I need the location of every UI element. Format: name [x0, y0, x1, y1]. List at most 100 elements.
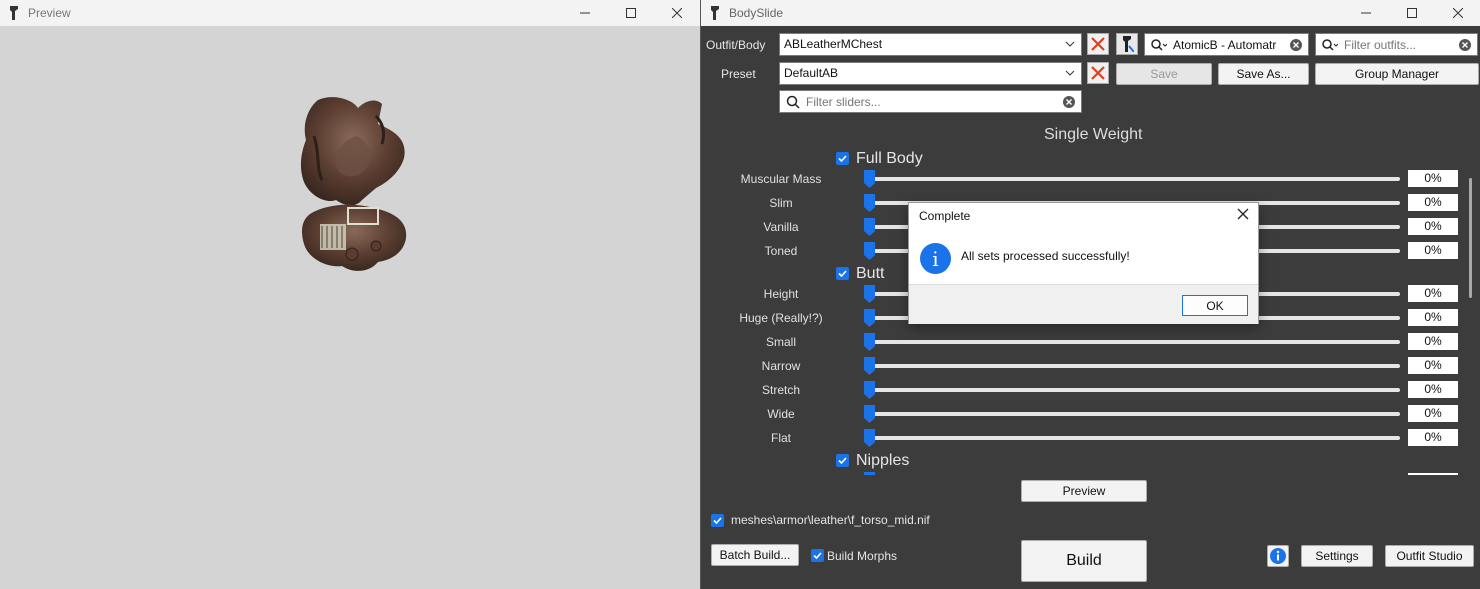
slider-thumb[interactable]	[864, 194, 875, 212]
about-button[interactable]	[1267, 545, 1289, 567]
search-icon	[786, 95, 800, 109]
slider-thumb[interactable]	[864, 357, 875, 375]
info-icon: i	[920, 243, 951, 274]
check-icon	[813, 552, 822, 560]
slider-value[interactable]: 0%	[1408, 242, 1458, 259]
full-body-group-label: Full Body	[856, 150, 923, 167]
preview-title: Preview	[28, 6, 71, 20]
clear-icon[interactable]	[1289, 38, 1303, 55]
slider-track[interactable]	[869, 412, 1400, 416]
minimize-icon[interactable]	[562, 0, 608, 26]
slider-label: Toned	[764, 244, 798, 258]
info-icon	[1270, 548, 1286, 564]
slider-thumb[interactable]	[864, 333, 875, 351]
group-filter-icon-button[interactable]	[1116, 33, 1138, 55]
slider-thumb[interactable]	[864, 285, 875, 303]
slider-label: Narrow	[761, 359, 801, 373]
close-icon[interactable]	[1435, 0, 1480, 26]
nipples-group-label: Nipples	[856, 452, 910, 469]
slider-value[interactable]: 0%	[1408, 194, 1458, 211]
preview-window: Preview	[0, 0, 700, 589]
outfit-select[interactable]: ABLeatherMChest	[779, 33, 1082, 56]
search-icon	[1322, 38, 1338, 51]
slider-row: Muscular Mass 0%	[701, 167, 1461, 191]
full-body-group-checkbox[interactable]	[836, 152, 849, 165]
butt-group-label: Butt	[856, 265, 885, 282]
slider-thumb[interactable]	[864, 218, 875, 236]
slider-track[interactable]	[869, 177, 1400, 181]
close-icon	[1091, 37, 1105, 51]
close-icon[interactable]	[1236, 207, 1250, 224]
slider-filter-input[interactable]	[806, 94, 1081, 109]
slider-value[interactable]: 0%	[1408, 429, 1458, 446]
build-morphs-checkbox[interactable]	[811, 549, 824, 562]
slider-thumb[interactable]	[864, 381, 875, 399]
minimize-icon[interactable]	[1343, 0, 1389, 26]
slider-value[interactable]: 0%	[1408, 218, 1458, 235]
slider-track[interactable]	[869, 340, 1400, 344]
search-icon	[1151, 38, 1167, 51]
slider-value[interactable]: 0%	[1408, 309, 1458, 326]
bodyslide-titlebar: BodySlide	[701, 0, 1480, 26]
slider-label: Muscular Mass	[740, 172, 822, 186]
slider-label: Flat	[770, 431, 791, 445]
slider-value[interactable]: 0%	[1408, 357, 1458, 374]
slider-thumb[interactable]	[864, 309, 875, 327]
preview-button[interactable]: Preview	[1021, 480, 1147, 502]
check-icon	[713, 517, 722, 525]
group-manager-button[interactable]: Group Manager	[1315, 63, 1479, 85]
preview-3d-canvas[interactable]	[0, 26, 700, 589]
batch-build-button[interactable]: Batch Build...	[711, 544, 799, 566]
outfit-select-value: ABLeatherMChest	[784, 37, 883, 51]
slider-value[interactable]: 0%	[1408, 333, 1458, 350]
slider-thumb[interactable]	[864, 429, 875, 447]
slider-label: Stretch	[761, 383, 800, 397]
slider-filter-search[interactable]	[779, 90, 1082, 113]
delete-outfit-button[interactable]	[1087, 33, 1109, 55]
scrollbar-thumb[interactable]	[1469, 178, 1472, 298]
bodyslide-figure-icon	[1123, 36, 1134, 52]
maximize-icon[interactable]	[608, 0, 654, 26]
armor-model-render	[300, 97, 407, 271]
slider-thumb[interactable]	[864, 170, 875, 188]
group-filter-search[interactable]: AtomicB - Automatr	[1144, 33, 1309, 56]
build-button[interactable]: Build	[1021, 540, 1147, 582]
save-as-button[interactable]: Save As...	[1218, 63, 1309, 85]
slider-value[interactable]: 0%	[1408, 285, 1458, 302]
slider-track[interactable]	[869, 436, 1400, 440]
slider-thumb[interactable]	[864, 405, 875, 423]
slider-value[interactable]: 0%	[1408, 381, 1458, 398]
close-icon	[1091, 66, 1105, 80]
slider-label: Small	[765, 335, 796, 349]
chevron-down-icon	[1065, 63, 1075, 92]
outfit-studio-button[interactable]: Outfit Studio	[1385, 545, 1474, 567]
complete-dialog: Complete i All sets processed successful…	[908, 202, 1259, 324]
mesh-checkbox[interactable]	[711, 514, 724, 527]
slider-label: Huge (Really!?)	[739, 311, 823, 325]
bodyslide-app-icon	[709, 6, 721, 20]
butt-group-checkbox[interactable]	[836, 267, 849, 280]
sliders-scrollbar[interactable]	[1469, 148, 1474, 476]
slider-row: Narrow 0%	[701, 354, 1461, 378]
preview-titlebar: Preview	[0, 0, 700, 26]
delete-preset-button[interactable]	[1087, 62, 1109, 84]
slider-track[interactable]	[869, 388, 1400, 392]
slider-value[interactable]: 0%	[1408, 170, 1458, 187]
clear-icon[interactable]	[1062, 95, 1076, 112]
outfit-filter-search[interactable]	[1315, 33, 1478, 56]
settings-button[interactable]: Settings	[1301, 545, 1373, 567]
preset-select[interactable]: DefaultAB	[779, 62, 1082, 85]
nipples-group-checkbox[interactable]	[836, 454, 849, 467]
clear-icon[interactable]	[1458, 38, 1472, 55]
close-icon[interactable]	[654, 0, 700, 26]
build-morphs-label: Build Morphs	[827, 549, 898, 563]
ok-button[interactable]: OK	[1182, 295, 1248, 316]
slider-thumb[interactable]	[864, 242, 875, 260]
maximize-icon[interactable]	[1389, 0, 1435, 26]
slider-track[interactable]	[869, 364, 1400, 368]
group-filter-value: AtomicB - Automatr	[1173, 37, 1277, 52]
save-button[interactable]: Save	[1116, 63, 1212, 85]
slider-value[interactable]: 0%	[1408, 405, 1458, 422]
slider-row: Stretch 0%	[701, 378, 1461, 402]
mesh-path-label: meshes\armor\leather\f_torso_mid.nif	[731, 513, 930, 527]
